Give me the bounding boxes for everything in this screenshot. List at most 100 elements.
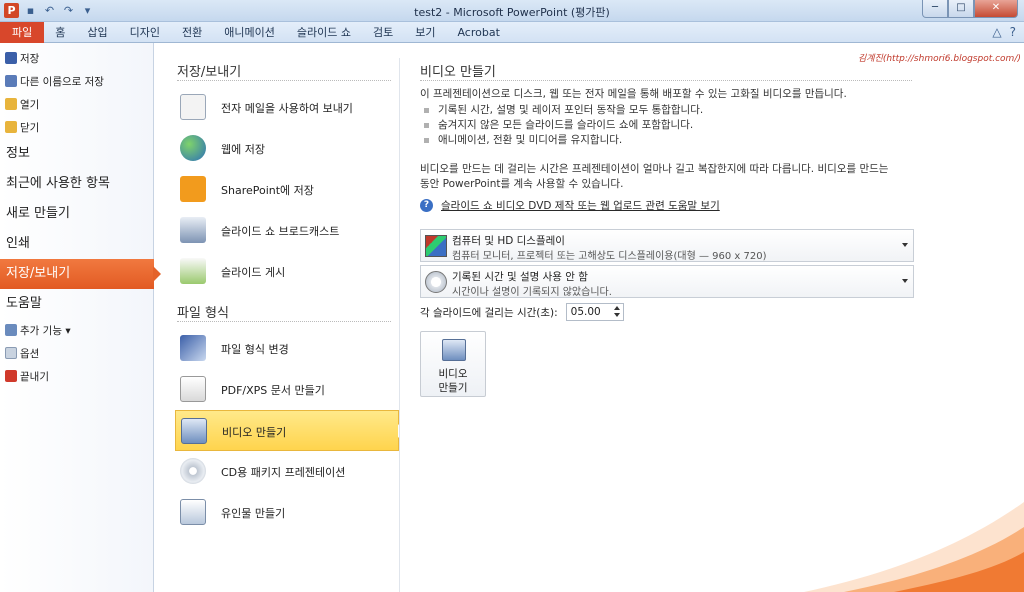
option-create-pdf[interactable]: PDF/XPS 문서 만들기 — [175, 369, 399, 410]
open-folder-icon — [5, 98, 17, 110]
close-button[interactable]: ✕ — [974, 0, 1018, 18]
nav-save-label: 저장 — [20, 53, 40, 65]
column-divider — [399, 58, 400, 592]
feature-item: 숨겨지지 않은 모든 슬라이드를 슬라이드 쇼에 포함합니다. — [420, 118, 1020, 133]
option-label: 슬라이드 쇼 브로드캐스트 — [221, 225, 340, 238]
window-title: test2 - Microsoft PowerPoint (평가판) — [414, 6, 610, 19]
nav-save-send[interactable]: 저장/보내기 — [0, 259, 161, 289]
option-label: 비디오 만들기 — [222, 426, 287, 439]
tab-transitions[interactable]: 전환 — [171, 22, 213, 43]
create-video-label-line2: 만들기 — [438, 382, 468, 394]
create-video-label-line1: 비디오 — [438, 368, 468, 380]
nav-save[interactable]: 저장 — [0, 47, 153, 70]
save-icon — [5, 52, 17, 64]
option-broadcast[interactable]: 슬라이드 쇼 브로드캐스트 — [175, 210, 399, 251]
credit-text: 김계진(http://shmori6.blogspot.com/) — [858, 54, 1021, 64]
option-label: SharePoint에 저장 — [221, 184, 314, 197]
tab-acrobat[interactable]: Acrobat — [446, 22, 510, 43]
cd-icon — [180, 458, 206, 484]
nav-new[interactable]: 새로 만들기 — [0, 199, 153, 229]
option-send-email[interactable]: 전자 메일을 사용하여 보내기 — [175, 87, 399, 128]
option-create-video[interactable]: 비디오 만들기 — [175, 410, 404, 451]
spin-up-icon[interactable] — [613, 305, 621, 312]
create-video-button-label: 비디오 만들기 — [421, 367, 485, 395]
timings-narration-dropdown[interactable]: 기록된 시간 및 설명 사용 안 함 시간이나 설명이 기록되지 않았습니다. — [420, 265, 914, 298]
dropdown-title: 컴퓨터 및 HD 디스플레이 — [452, 235, 565, 247]
feature-list: 기록된 시간, 설명 및 레이저 포인터 동작을 모두 통합합니다. 숨겨지지 … — [420, 103, 1020, 148]
option-save-web[interactable]: 웹에 저장 — [175, 128, 399, 169]
close-folder-icon — [5, 121, 17, 133]
video-quality-dropdown[interactable]: 컴퓨터 및 HD 디스플레이 컴퓨터 모니터, 프로젝터 또는 고해상도 디스플… — [420, 229, 914, 262]
video-icon — [442, 339, 466, 361]
minimize-button[interactable]: ─ — [922, 0, 948, 18]
backstage-nav: 저장 다른 이름으로 저장 열기 닫기 정보 최근에 사용한 항목 새로 만들기… — [0, 43, 161, 592]
ribbon-tabs: 파일 홈 삽입 디자인 전환 애니메이션 슬라이드 쇼 검토 보기 Acroba… — [0, 22, 511, 43]
tab-slideshow[interactable]: 슬라이드 쇼 — [286, 22, 362, 43]
options-icon — [5, 347, 17, 359]
slide-duration-stepper[interactable] — [565, 303, 624, 321]
option-create-handouts[interactable]: 유인물 만들기 — [175, 492, 399, 533]
option-label: 웹에 저장 — [221, 143, 265, 156]
option-label: CD용 패키지 프레젠테이션 — [221, 466, 346, 479]
panel-title: 비디오 만들기 — [420, 61, 912, 81]
help-row: ? 슬라이드 쇼 비디오 DVD 제작 또는 웹 업로드 관련 도움말 보기 — [420, 198, 1020, 213]
nav-addins[interactable]: 추가 기능 ▾ — [0, 319, 153, 342]
nav-open-label: 열기 — [20, 99, 40, 111]
tab-insert[interactable]: 삽입 — [76, 22, 118, 43]
option-label: 슬라이드 게시 — [221, 266, 286, 279]
tab-file[interactable]: 파일 — [0, 22, 45, 43]
exit-icon — [5, 370, 17, 382]
ribbon: 파일 홈 삽입 디자인 전환 애니메이션 슬라이드 쇼 검토 보기 Acroba… — [0, 22, 1024, 43]
monitor-icon — [425, 235, 447, 257]
nav-exit[interactable]: 끝내기 — [0, 365, 153, 388]
clock-microphone-icon — [425, 271, 447, 293]
nav-close-label: 닫기 — [20, 122, 40, 134]
tab-design[interactable]: 디자인 — [119, 22, 171, 43]
panel-intro: 이 프레젠테이션으로 디스크, 웹 또는 전자 메일을 통해 배포할 수 있는 … — [420, 88, 847, 100]
slide-duration-input[interactable] — [566, 304, 607, 320]
nav-exit-label: 끝내기 — [20, 371, 49, 383]
tab-animations[interactable]: 애니메이션 — [213, 22, 286, 43]
option-package-cd[interactable]: CD용 패키지 프레젠테이션 — [175, 451, 399, 492]
feature-item: 애니메이션, 전환 및 미디어를 유지합니다. — [420, 133, 1020, 148]
nav-recent[interactable]: 최근에 사용한 항목 — [0, 169, 153, 199]
nav-open[interactable]: 열기 — [0, 93, 153, 116]
email-icon — [180, 94, 206, 120]
help-icon[interactable]: ? — [1010, 25, 1016, 39]
nav-close[interactable]: 닫기 — [0, 116, 153, 139]
option-label: 파일 형식 변경 — [221, 343, 289, 356]
option-label: 전자 메일을 사용하여 보내기 — [221, 102, 353, 115]
nav-print[interactable]: 인쇄 — [0, 229, 153, 259]
option-label: PDF/XPS 문서 만들기 — [221, 384, 325, 397]
option-publish-slides[interactable]: 슬라이드 게시 — [175, 251, 399, 292]
nav-help[interactable]: 도움말 — [0, 289, 153, 319]
create-video-panel: 김계진(http://shmori6.blogspot.com/) 비디오 만들… — [420, 43, 1021, 592]
dropdown-title: 기록된 시간 및 설명 사용 안 함 — [452, 271, 588, 283]
feature-item: 기록된 시간, 설명 및 레이저 포인터 동작을 모두 통합합니다. — [420, 103, 1020, 118]
tab-view[interactable]: 보기 — [404, 22, 446, 43]
nav-addins-label: 추가 기능 ▾ — [20, 325, 71, 337]
title-bar: P ▪ ↶ ↷ ▾ test2 - Microsoft PowerPoint (… — [0, 0, 1024, 22]
section-title-file-types: 파일 형식 — [177, 302, 391, 322]
tab-review[interactable]: 검토 — [362, 22, 404, 43]
help-link[interactable]: 슬라이드 쇼 비디오 DVD 제작 또는 웹 업로드 관련 도움말 보기 — [441, 198, 720, 213]
nav-save-as[interactable]: 다른 이름으로 저장 — [0, 70, 153, 93]
nav-options[interactable]: 옵션 — [0, 342, 153, 365]
option-save-sharepoint[interactable]: SharePoint에 저장 — [175, 169, 399, 210]
dropdown-subtitle: 시간이나 설명이 기록되지 않았습니다. — [452, 287, 612, 298]
nav-save-as-label: 다른 이름으로 저장 — [20, 76, 104, 88]
tab-home[interactable]: 홈 — [44, 22, 76, 43]
handouts-icon — [180, 499, 206, 525]
time-note: 비디오를 만드는 데 걸리는 시간은 프레젠테이션이 얼마나 길고 복잡한지에 … — [420, 163, 889, 190]
spin-down-icon[interactable] — [613, 312, 621, 319]
maximize-button[interactable]: □ — [948, 0, 974, 18]
nav-info[interactable]: 정보 — [0, 139, 153, 169]
option-change-file-type[interactable]: 파일 형식 변경 — [175, 328, 399, 369]
pdf-icon — [180, 376, 206, 402]
window-controls: ─ □ ✕ — [922, 0, 1018, 18]
save-as-icon — [5, 75, 17, 87]
create-video-button[interactable]: 비디오 만들기 — [420, 331, 486, 397]
dropdown-subtitle: 컴퓨터 모니터, 프로젝터 또는 고해상도 디스플레이용(대형 — 960 x … — [452, 251, 767, 262]
minimize-ribbon-icon[interactable]: △ — [992, 25, 1001, 39]
option-label: 유인물 만들기 — [221, 507, 286, 520]
